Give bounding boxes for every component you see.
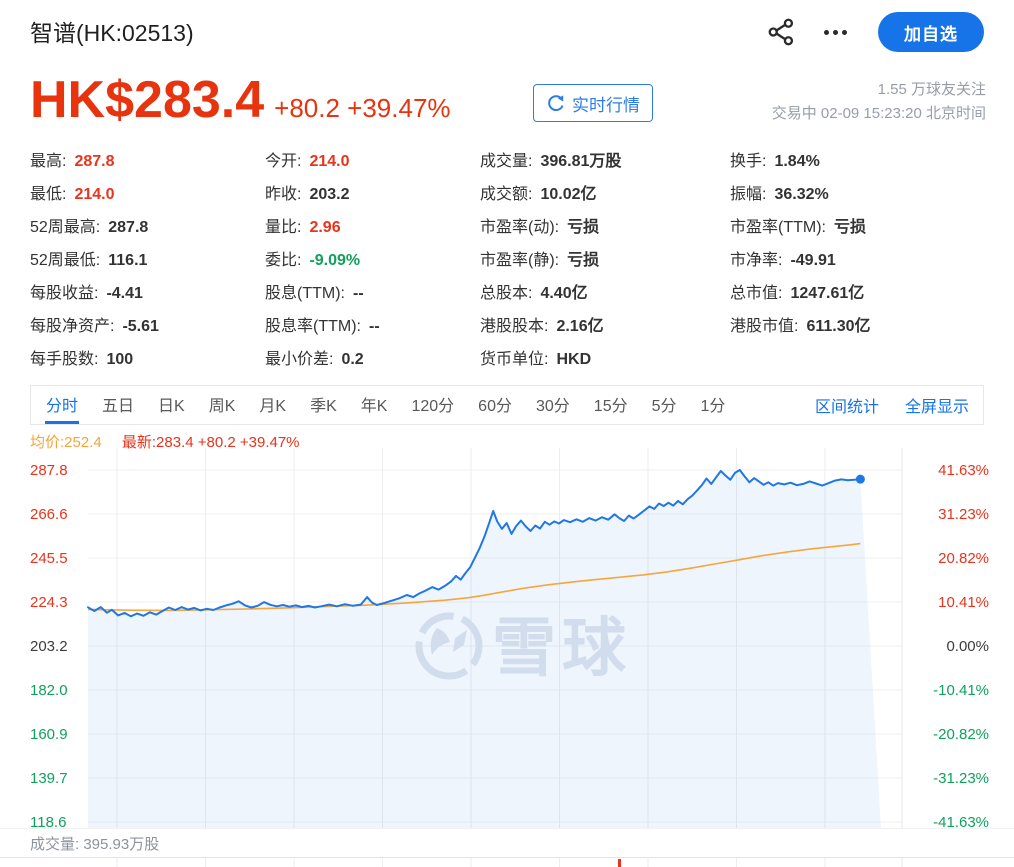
y-axis-left-label: 287.8 — [30, 462, 68, 479]
price-area-fill — [88, 470, 881, 828]
tab-5分[interactable]: 5分 — [651, 386, 678, 424]
volume-label: 成交量: 395.93万股 — [30, 833, 159, 854]
tab-年K[interactable]: 年K — [360, 386, 389, 424]
volume-bar — [618, 859, 621, 867]
tab-季K[interactable]: 季K — [309, 386, 338, 424]
y-axis-left-label: 139.7 — [30, 770, 68, 787]
y-axis-left-label: 203.2 — [30, 638, 68, 655]
stats-column-1: 最高:287.8最低:214.052周最高:287.852周最低:116.1每股… — [30, 145, 159, 376]
stat-item: 量比:2.96 — [265, 211, 380, 244]
stat-item: 总市值:1247.61亿 — [730, 277, 871, 310]
stat-item: 52周最低:116.1 — [30, 244, 159, 277]
y-axis-right-label: -10.41% — [933, 682, 989, 699]
stat-item: 股息(TTM):-- — [265, 277, 380, 310]
market-status-info: 1.55 万球友关注 交易中 02-09 15:23:20 北京时间 — [772, 78, 986, 126]
stat-item: 港股股本:2.16亿 — [480, 310, 621, 343]
y-axis-left-label: 182.0 — [30, 682, 68, 699]
stat-item: 市盈率(动):亏损 — [480, 211, 621, 244]
tab-月K[interactable]: 月K — [258, 386, 287, 424]
stat-item: 委比:-9.09% — [265, 244, 380, 277]
tab-30分[interactable]: 30分 — [535, 386, 571, 424]
tab-五日[interactable]: 五日 — [101, 386, 135, 424]
stat-item: 港股市值:611.30亿 — [730, 310, 871, 343]
stat-item: 市净率:-49.91 — [730, 244, 871, 277]
link-全屏显示[interactable]: 全屏显示 — [905, 386, 969, 424]
share-icon[interactable] — [768, 18, 796, 46]
stat-item: 最高:287.8 — [30, 145, 159, 178]
tab-周K[interactable]: 周K — [208, 386, 237, 424]
stat-item: 市盈率(静):亏损 — [480, 244, 621, 277]
y-axis-right-label: 31.23% — [938, 506, 989, 523]
add-watchlist-button[interactable]: 加自选 — [878, 12, 984, 52]
tab-120分[interactable]: 120分 — [410, 386, 455, 424]
stats-column-3: 成交量:396.81万股成交额:10.02亿市盈率(动):亏损市盈率(静):亏损… — [480, 145, 621, 376]
y-axis-right-label: 20.82% — [938, 550, 989, 567]
stat-item: 今开:214.0 — [265, 145, 380, 178]
stat-item: 成交额:10.02亿 — [480, 178, 621, 211]
stat-item: 最小价差:0.2 — [265, 343, 380, 376]
stat-item: 最低:214.0 — [30, 178, 159, 211]
intraday-price-chart[interactable]: 雪球287.8266.6245.5224.3203.2182.0160.9139… — [0, 448, 1014, 867]
y-axis-left-label: 160.9 — [30, 726, 68, 743]
stat-item: 货币单位:HKD — [480, 343, 621, 376]
stat-item: 市盈率(TTM):亏损 — [730, 211, 871, 244]
tab-1分[interactable]: 1分 — [700, 386, 727, 424]
y-axis-right-label: -31.23% — [933, 770, 989, 787]
y-axis-left-label: 224.3 — [30, 594, 68, 611]
realtime-quote-button[interactable]: 实时行情 — [533, 84, 653, 122]
y-axis-left-label: 245.5 — [30, 550, 68, 567]
stat-item: 成交量:396.81万股 — [480, 145, 621, 178]
stat-item: 每股收益:-4.41 — [30, 277, 159, 310]
more-options-icon[interactable] — [818, 18, 852, 46]
trading-status: 交易中 02-09 15:23:20 北京时间 — [772, 102, 986, 126]
tab-15分[interactable]: 15分 — [593, 386, 629, 424]
stat-item: 昨收:203.2 — [265, 178, 380, 211]
stat-item: 股息率(TTM):-- — [265, 310, 380, 343]
page-title: 智谱(HK:02513) — [30, 14, 194, 48]
y-axis-right-label: 10.41% — [938, 594, 989, 611]
tab-分时[interactable]: 分时 — [45, 386, 79, 424]
stat-item: 振幅:36.32% — [730, 178, 871, 211]
refresh-icon — [546, 93, 566, 113]
stat-item: 换手:1.84% — [730, 145, 871, 178]
followers-count: 1.55 万球友关注 — [772, 78, 986, 102]
stat-item: 总股本:4.40亿 — [480, 277, 621, 310]
latest-price-dot — [856, 475, 865, 484]
y-axis-right-label: 0.00% — [946, 638, 989, 655]
price-row: HK$283.4 +80.2 +39.47% — [30, 70, 451, 130]
tab-60分[interactable]: 60分 — [477, 386, 513, 424]
tab-日K[interactable]: 日K — [157, 386, 186, 424]
chart-timeframe-tabbar: 分时五日日K 周K 月K 季K 年K 120分 60分 30分 15分 5分 1分 区间统计全屏显示 — [30, 385, 984, 425]
y-axis-right-label: -20.82% — [933, 726, 989, 743]
stat-item: 每股净资产:-5.61 — [30, 310, 159, 343]
current-price: HK$283.4 — [30, 70, 264, 130]
y-axis-left-label: 266.6 — [30, 506, 68, 523]
stats-column-2: 今开:214.0昨收:203.2量比:2.96委比:-9.09%股息(TTM):… — [265, 145, 380, 376]
y-axis-right-label: 41.63% — [938, 462, 989, 479]
stat-item: 每手股数:100 — [30, 343, 159, 376]
stats-column-4: 换手:1.84%振幅:36.32%市盈率(TTM):亏损市净率:-49.91总市… — [730, 145, 871, 343]
price-change: +80.2 +39.47% — [274, 93, 450, 124]
link-区间统计[interactable]: 区间统计 — [815, 386, 879, 424]
realtime-button-label: 实时行情 — [572, 91, 640, 116]
volume-strip: 成交量: 395.93万股 — [0, 828, 1014, 858]
stat-item: 52周最高:287.8 — [30, 211, 159, 244]
